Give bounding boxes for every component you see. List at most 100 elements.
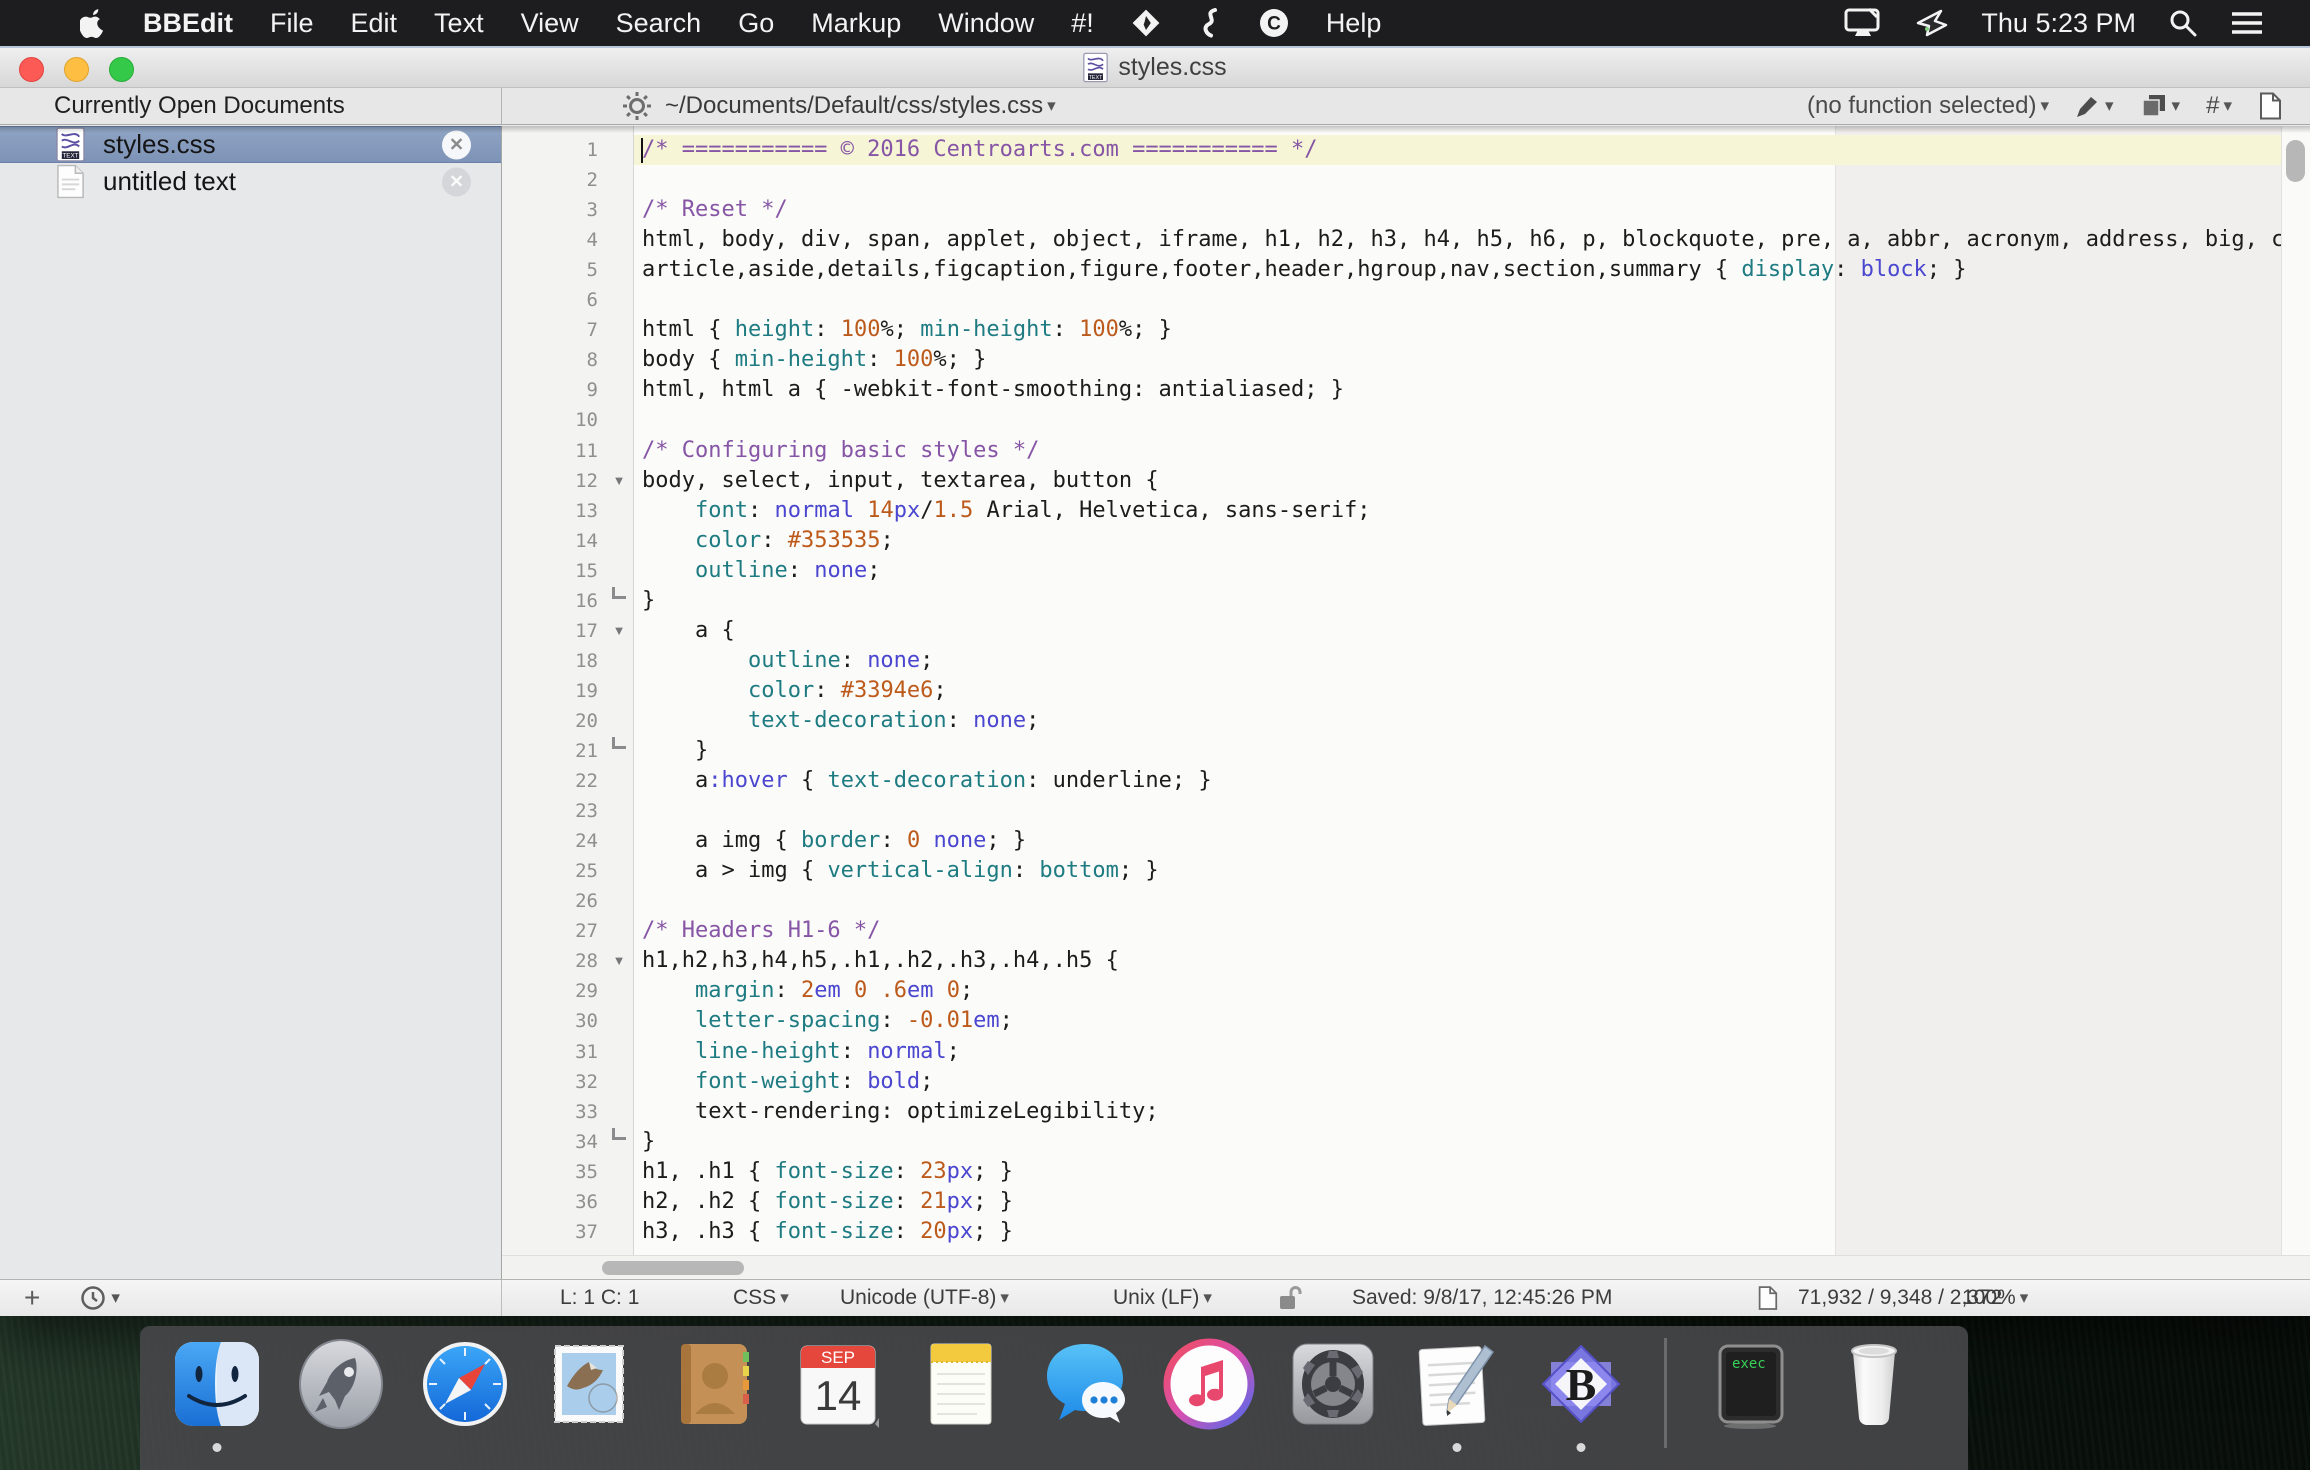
counter-dropdown[interactable]: # ▾ <box>2206 92 2232 120</box>
code-line-1[interactable]: /* =========== © 2016 Centroarts.com ===… <box>634 135 2281 165</box>
code-line-18[interactable]: outline: none; <box>634 646 2281 676</box>
finder-dock-icon[interactable] <box>162 1336 272 1456</box>
code-line-3[interactable]: /* Reset */ <box>634 195 2281 225</box>
fold-end-icon[interactable] <box>606 736 632 766</box>
system-preferences-dock-icon[interactable] <box>1278 1336 1388 1456</box>
gear-icon[interactable] <box>623 92 651 120</box>
code-line-4[interactable]: html, body, div, span, applet, object, i… <box>634 225 2281 255</box>
code-line-11[interactable]: /* Configuring basic styles */ <box>634 436 2281 466</box>
code-line-14[interactable]: color: #353535; <box>634 526 2281 556</box>
script-diamond-icon[interactable] <box>1131 8 1161 38</box>
menu-search[interactable]: Search <box>616 8 702 39</box>
menu-view[interactable]: View <box>521 8 579 39</box>
code-line-25[interactable]: a > img { vertical-align: bottom; } <box>634 856 2281 886</box>
code-line-6[interactable] <box>634 285 2281 315</box>
menu-file[interactable]: File <box>270 8 314 39</box>
recent-documents-dropdown[interactable]: ▾ <box>80 1285 120 1312</box>
menu-window[interactable]: Window <box>938 8 1034 39</box>
menu-text[interactable]: Text <box>434 8 484 39</box>
code-line-22[interactable]: a:hover { text-decoration: underline; } <box>634 766 2281 796</box>
scripts-squiggle-icon[interactable] <box>1198 8 1222 38</box>
horizontal-scrollbar-thumb[interactable] <box>602 1261 744 1275</box>
code-line-34[interactable]: } <box>634 1127 2281 1157</box>
fold-end-icon[interactable] <box>606 586 632 616</box>
fold-end-icon[interactable] <box>606 1127 632 1157</box>
code-line-30[interactable]: letter-spacing: -0.01em; <box>634 1006 2281 1036</box>
document-path-dropdown[interactable]: ~/Documents/Default/css/styles.css▾ <box>665 92 1056 120</box>
vertical-scrollbar-thumb[interactable] <box>2286 140 2305 182</box>
c-circle-icon[interactable]: C <box>1259 8 1289 38</box>
code-line-10[interactable] <box>634 405 2281 435</box>
bbedit-dock-icon[interactable]: B <box>1526 1336 1636 1456</box>
zoom-dropdown[interactable]: 100%▾ <box>1962 1280 2028 1316</box>
code-line-9[interactable]: html, html a { -webkit-font-smoothing: a… <box>634 375 2281 405</box>
mail-dock-icon[interactable] <box>534 1336 644 1456</box>
code-line-21[interactable]: } <box>634 736 2281 766</box>
code-line-7[interactable]: html { height: 100%; min-height: 100%; } <box>634 315 2281 345</box>
title-bar[interactable]: TEXT styles.css <box>0 46 2310 88</box>
pointer-utility-icon[interactable] <box>1915 7 1949 39</box>
code-line-32[interactable]: font-weight: bold; <box>634 1067 2281 1097</box>
document-proxy-icon[interactable]: TEXT <box>1083 52 1108 83</box>
code-line-23[interactable] <box>634 796 2281 826</box>
contacts-dock-icon[interactable] <box>658 1336 768 1456</box>
marker-pen-dropdown[interactable]: ▾ <box>2075 93 2114 119</box>
encoding-dropdown[interactable]: Unicode (UTF-8)▾ <box>840 1280 1009 1316</box>
code-line-29[interactable]: margin: 2em 0 .6em 0; <box>634 976 2281 1006</box>
lock-open-icon[interactable] <box>1278 1280 1304 1316</box>
add-document-button[interactable]: + <box>24 1283 40 1313</box>
menu-bbedit[interactable]: BBEdit <box>143 8 233 39</box>
textedit-dock-icon[interactable] <box>1402 1336 1512 1456</box>
calendar-dock-icon[interactable]: SEP14 <box>782 1336 892 1456</box>
code-line-24[interactable]: a img { border: 0 none; } <box>634 826 2281 856</box>
menu-edit[interactable]: Edit <box>351 8 398 39</box>
code-line-19[interactable]: color: #3394e6; <box>634 676 2281 706</box>
apple-menu-icon[interactable] <box>80 8 106 38</box>
fold-start-icon[interactable]: ▼ <box>606 466 632 496</box>
code-line-15[interactable]: outline: none; <box>634 556 2281 586</box>
new-document-icon[interactable] <box>2258 92 2282 120</box>
notes-dock-icon[interactable] <box>906 1336 1016 1456</box>
display-mirroring-icon[interactable] <box>1843 7 1883 39</box>
line-endings-dropdown[interactable]: Unix (LF)▾ <box>1113 1280 1212 1316</box>
code-line-28[interactable]: h1,h2,h3,h4,h5,.h1,.h2,.h3,.h4,.h5 { <box>634 946 2281 976</box>
spotlight-search-icon[interactable] <box>2168 8 2198 38</box>
code-line-16[interactable]: } <box>634 586 2281 616</box>
code-line-17[interactable]: a { <box>634 616 2281 646</box>
menu-go[interactable]: Go <box>738 8 774 39</box>
exec-script-dock-icon[interactable]: exec <box>1695 1336 1805 1456</box>
code-line-33[interactable]: text-rendering: optimizeLegibility; <box>634 1097 2281 1127</box>
menu-help[interactable]: Help <box>1326 8 1382 39</box>
code-line-2[interactable] <box>634 165 2281 195</box>
code-line-20[interactable]: text-decoration: none; <box>634 706 2281 736</box>
menu-markup[interactable]: Markup <box>811 8 901 39</box>
language-dropdown[interactable]: CSS▾ <box>733 1280 789 1316</box>
sidebar-item-styles-css[interactable]: TEXT styles.css ✕ <box>0 126 501 163</box>
fold-start-icon[interactable]: ▼ <box>606 946 632 976</box>
function-selector-dropdown[interactable]: (no function selected)▾ <box>1807 92 2049 120</box>
trash-dock-icon[interactable] <box>1819 1336 1929 1456</box>
menu-clock[interactable]: Thu 5:23 PM <box>1981 8 2136 39</box>
horizontal-scrollbar[interactable] <box>502 1255 2310 1280</box>
code-line-13[interactable]: font: normal 14px/1.5 Arial, Helvetica, … <box>634 496 2281 526</box>
code-line-37[interactable]: h3, .h3 { font-size: 20px; } <box>634 1217 2281 1247</box>
code-line-5[interactable]: article,aside,details,figcaption,figure,… <box>634 255 2281 285</box>
close-document-icon[interactable]: ✕ <box>442 130 471 159</box>
code-line-26[interactable] <box>634 886 2281 916</box>
text-editor[interactable]: 123456789101112▼1314151617▼1819202122232… <box>502 126 2310 1280</box>
launchpad-dock-icon[interactable] <box>286 1336 396 1456</box>
safari-dock-icon[interactable] <box>410 1336 520 1456</box>
code-line-36[interactable]: h2, .h2 { font-size: 21px; } <box>634 1187 2281 1217</box>
close-document-icon[interactable]: ✕ <box>442 167 471 196</box>
code-line-31[interactable]: line-height: normal; <box>634 1037 2281 1067</box>
itunes-dock-icon[interactable] <box>1154 1336 1264 1456</box>
code-line-35[interactable]: h1, .h1 { font-size: 23px; } <box>634 1157 2281 1187</box>
documents-stack-dropdown[interactable]: ▾ <box>2140 93 2181 119</box>
sidebar-item-untitled-text[interactable]: untitled text ✕ <box>0 163 501 200</box>
vertical-scrollbar[interactable] <box>2281 126 2310 1255</box>
messages-dock-icon[interactable] <box>1030 1336 1140 1456</box>
code-line-27[interactable]: /* Headers H1-6 */ <box>634 916 2281 946</box>
code-line-12[interactable]: body, select, input, textarea, button { <box>634 466 2281 496</box>
code-area[interactable]: /* =========== © 2016 Centroarts.com ===… <box>634 126 2281 1255</box>
notification-center-icon[interactable] <box>2230 9 2264 37</box>
